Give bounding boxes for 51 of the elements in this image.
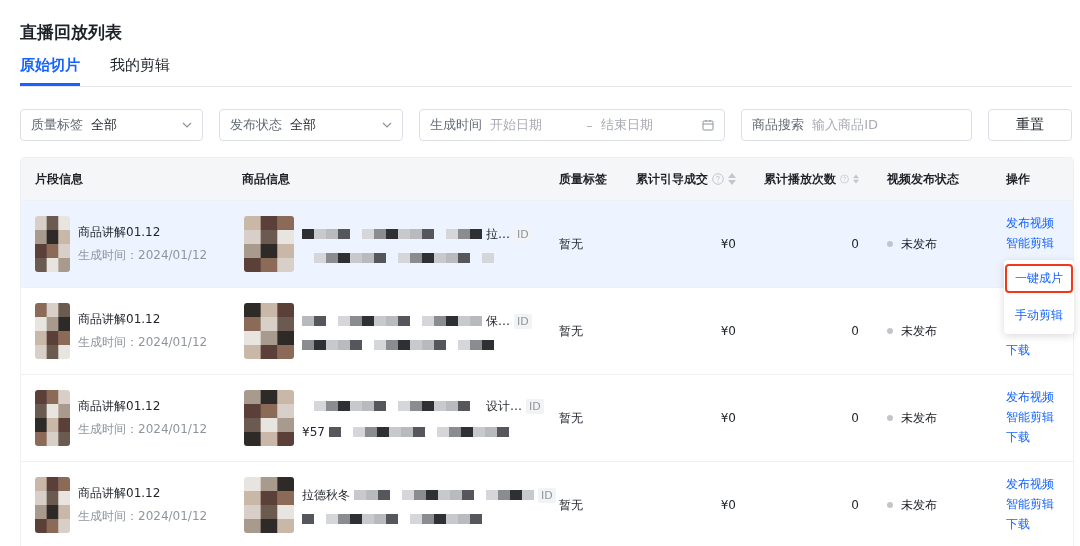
table-cell: 0	[851, 411, 859, 425]
clip-time: 生成时间：2024/01/12	[78, 247, 208, 264]
product-title-fragment: 拉德秋冬	[302, 486, 350, 504]
table-cell: 暂无	[559, 235, 583, 253]
product-title-fragment: 设计…	[486, 397, 522, 415]
column-header: 片段信息	[34, 170, 84, 188]
product-title-fragment: 拉…	[486, 225, 510, 243]
clip-name: 商品讲解01.12	[78, 311, 162, 328]
id-tag: ID	[538, 487, 556, 503]
column-header: 累计引导成交	[622, 170, 750, 188]
table-cell: ¥0	[720, 324, 736, 338]
page-title: 直播回放列表	[20, 21, 123, 44]
product-title-fragment: 保…	[486, 312, 510, 330]
table-cell: ¥0	[720, 498, 736, 512]
clip-name: 商品讲解01.12	[78, 485, 162, 502]
start-date-placeholder: 开始日期	[490, 116, 544, 134]
publish-status: 未发布	[901, 235, 937, 253]
end-date-placeholder: 结束日期	[600, 116, 654, 134]
publish-status: 未发布	[901, 322, 937, 340]
select-value: 全部	[91, 116, 118, 134]
column-header: 商品信息	[241, 170, 291, 188]
table-cell: 0	[851, 237, 859, 251]
publish-status: 未发布	[901, 496, 937, 514]
select-value: 全部	[290, 116, 318, 134]
table-cell: 0	[851, 324, 859, 338]
search-placeholder: 输入商品ID	[812, 116, 878, 134]
field-label: 商品搜索	[752, 116, 805, 134]
column-header: 操作	[1005, 170, 1031, 188]
table-cell: ¥0	[720, 411, 736, 425]
clip-name: 商品讲解01.12	[78, 224, 162, 241]
column-header: 视频发布状态	[886, 170, 960, 188]
id-tag: ID	[514, 226, 532, 242]
clip-name: 商品讲解01.12	[78, 398, 162, 415]
range-separator: –	[586, 117, 593, 133]
column-header: 质量标签	[558, 170, 608, 188]
table-cell: ¥0	[720, 237, 736, 251]
column-header: 累计播放次数	[750, 170, 873, 188]
id-tag: ID	[514, 313, 532, 329]
table-cell: 暂无	[559, 409, 583, 427]
field-label: 发布状态	[230, 116, 283, 134]
clip-time: 生成时间：2024/01/12	[78, 421, 208, 438]
table-cell: 暂无	[559, 322, 583, 340]
field-label: 质量标签	[31, 116, 83, 134]
field-label: 生成时间	[430, 116, 483, 134]
publish-status: 未发布	[901, 409, 937, 427]
table-cell: 0	[851, 498, 859, 512]
id-tag: ID	[526, 398, 544, 414]
product-title-fragment: ¥57	[302, 424, 325, 439]
clip-time: 生成时间：2024/01/12	[78, 334, 208, 351]
table-cell: 暂无	[559, 496, 583, 514]
clip-time: 生成时间：2024/01/12	[78, 508, 208, 525]
